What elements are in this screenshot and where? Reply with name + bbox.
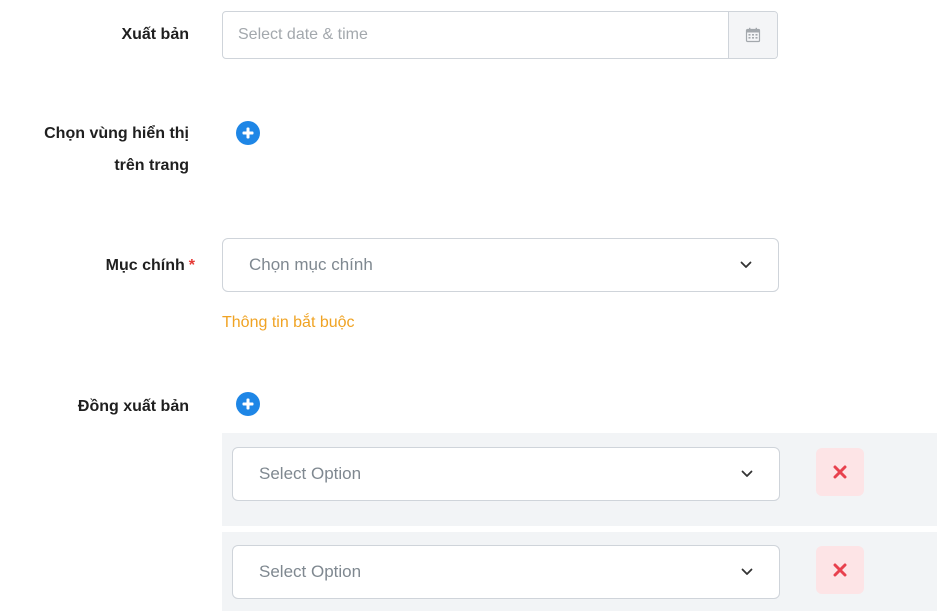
remove-co-publish-button[interactable] bbox=[816, 546, 864, 594]
add-display-area-button[interactable] bbox=[236, 121, 260, 145]
publish-settings-form: Xuất bản Chọn vùng hiển thị bbox=[0, 0, 937, 611]
calendar-icon bbox=[745, 27, 761, 43]
required-hint: Thông tin bắt buộc bbox=[222, 314, 355, 331]
remove-co-publish-button[interactable] bbox=[816, 448, 864, 496]
co-publish-label: Đồng xuất bản bbox=[77, 398, 189, 415]
publish-datetime-input[interactable] bbox=[223, 12, 728, 58]
plus-icon bbox=[242, 127, 254, 139]
chevron-down-icon bbox=[741, 468, 753, 480]
co-publish-placeholder: Select Option bbox=[259, 464, 362, 483]
add-co-publish-button[interactable] bbox=[236, 392, 260, 416]
required-mark: * bbox=[188, 257, 195, 274]
chevron-down-icon bbox=[740, 259, 752, 271]
publish-datetime-picker[interactable] bbox=[222, 11, 778, 59]
close-icon bbox=[833, 563, 847, 577]
publish-label: Xuất bản bbox=[121, 26, 189, 43]
main-category-select[interactable]: Chọn mục chính bbox=[222, 238, 779, 292]
display-area-label: Chọn vùng hiển thị trên trang bbox=[44, 121, 189, 179]
co-publish-select-1[interactable]: Select Option bbox=[232, 447, 780, 501]
calendar-button[interactable] bbox=[728, 12, 777, 58]
plus-icon bbox=[242, 398, 254, 410]
co-publish-placeholder: Select Option bbox=[259, 562, 362, 581]
display-area-label-line1: Chọn vùng hiển thị bbox=[44, 125, 189, 142]
co-publish-select-2[interactable]: Select Option bbox=[232, 545, 780, 599]
main-category-label: Mục chính * bbox=[105, 257, 195, 274]
close-icon bbox=[833, 465, 847, 479]
main-category-placeholder: Chọn mục chính bbox=[249, 255, 373, 274]
display-area-label-line2: trên trang bbox=[114, 157, 189, 174]
chevron-down-icon bbox=[741, 566, 753, 578]
